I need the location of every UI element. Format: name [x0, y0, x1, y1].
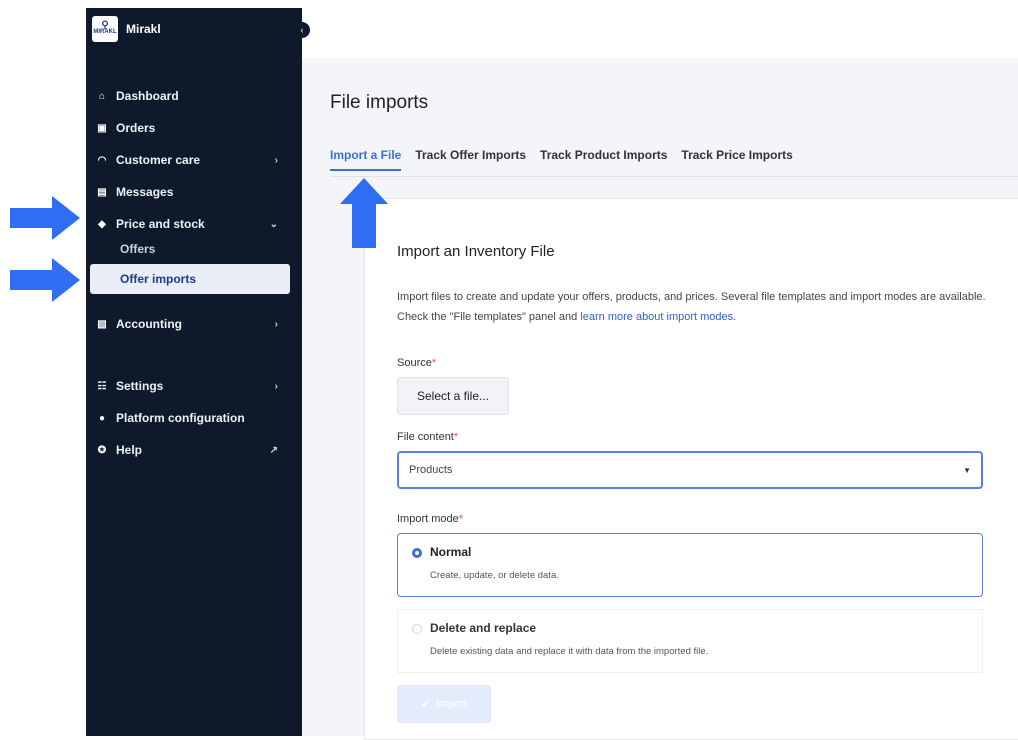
- sidebar-item-customer-care[interactable]: ◠ Customer care ›: [86, 148, 302, 172]
- tab-track-product-imports[interactable]: Track Product Imports: [540, 148, 667, 171]
- chevron-right-icon: ›: [274, 154, 278, 166]
- import-form-card: Import an Inventory File Import files to…: [364, 198, 1018, 740]
- select-file-button[interactable]: Select a file...: [397, 377, 509, 415]
- external-link-icon: ↗: [269, 444, 278, 456]
- import-mode-normal[interactable]: Normal Create, update, or delete data.: [397, 533, 983, 597]
- required-mark: *: [431, 357, 437, 369]
- chevron-right-icon: ›: [274, 380, 278, 392]
- radio-delete-replace[interactable]: [412, 624, 422, 634]
- tabs-divider: [330, 176, 1018, 177]
- import-submit-button[interactable]: ✔ Import: [397, 685, 491, 723]
- sidebar-item-accounting[interactable]: ▧ Accounting ›: [86, 312, 302, 336]
- arrow-right-icon: [10, 258, 80, 302]
- sidebar-item-orders[interactable]: ▣ Orders: [86, 116, 302, 140]
- accounting-icon: ▧: [97, 318, 107, 330]
- radio-delete-replace-label: Delete and replace: [430, 621, 537, 635]
- form-title: Import an Inventory File: [397, 243, 555, 260]
- mirakl-logo: ⚲ MIRAKL: [92, 16, 118, 42]
- import-modes-link[interactable]: learn more about import modes.: [580, 311, 736, 323]
- customer-care-icon: ◠: [97, 154, 107, 166]
- chevron-right-icon: ›: [274, 318, 278, 330]
- page-title: File imports: [330, 92, 429, 113]
- required-mark: *: [453, 431, 459, 443]
- arrow-right-icon: [10, 196, 80, 240]
- sidebar-item-platform-configuration[interactable]: ● Platform configuration: [86, 406, 302, 430]
- tab-import-a-file[interactable]: Import a File: [330, 148, 402, 171]
- brand-name: Mirakl: [126, 22, 161, 36]
- help-icon: ✪: [97, 444, 107, 456]
- sidebar-item-dashboard[interactable]: ⌂ Dashboard: [86, 84, 302, 108]
- radio-delete-replace-desc: Delete existing data and replace it with…: [430, 646, 709, 657]
- file-content-label: File content*: [397, 431, 459, 443]
- import-mode-label: Import mode*: [397, 513, 464, 525]
- main-content: File imports Import a File Track Offer I…: [302, 58, 1018, 740]
- radio-normal-label: Normal: [430, 545, 472, 559]
- info-icon: ●: [98, 412, 106, 424]
- brand[interactable]: ⚲ MIRAKL Mirakl: [92, 16, 161, 42]
- collapse-sidebar-icon[interactable]: ‹: [294, 22, 310, 38]
- tab-bar: Import a File Track Offer Imports Track …: [330, 148, 793, 171]
- top-bar: [302, 8, 1018, 59]
- file-content-value: Products: [409, 464, 453, 476]
- form-description: Import files to create and update your o…: [397, 291, 986, 323]
- caret-down-icon: ▼: [963, 465, 971, 475]
- arrow-up-icon: [340, 178, 388, 248]
- tag-icon: ◆: [98, 218, 106, 230]
- source-label: Source*: [397, 357, 437, 369]
- required-mark: *: [458, 513, 464, 525]
- chevron-down-icon: ⌄: [269, 218, 278, 230]
- tab-track-offer-imports[interactable]: Track Offer Imports: [415, 148, 526, 171]
- sidebar-item-price-and-stock[interactable]: ◆ Price and stock ⌄: [86, 212, 302, 236]
- check-icon: ✔: [420, 698, 431, 711]
- orders-icon: ▣: [97, 122, 107, 134]
- sidebar-subitem-offers[interactable]: Offers: [120, 242, 155, 256]
- messages-icon: ▤: [97, 186, 107, 198]
- radio-normal-desc: Create, update, or delete data.: [430, 570, 559, 581]
- sidebar-item-help[interactable]: ✪ Help ↗: [86, 438, 302, 462]
- sidebar-subitem-offer-imports[interactable]: Offer imports: [90, 264, 290, 294]
- sidebar: ⚲ MIRAKL Mirakl ‹ ⌂ Dashboard ▣ Orders ◠ …: [86, 8, 310, 736]
- tab-track-price-imports[interactable]: Track Price Imports: [681, 148, 792, 171]
- settings-icon: ☷: [97, 380, 107, 392]
- home-icon: ⌂: [98, 90, 106, 102]
- file-content-select[interactable]: Products ▼: [397, 451, 983, 489]
- radio-normal[interactable]: [412, 548, 422, 558]
- sidebar-item-messages[interactable]: ▤ Messages: [86, 180, 302, 204]
- import-mode-delete-replace[interactable]: Delete and replace Delete existing data …: [397, 609, 983, 673]
- sidebar-item-settings[interactable]: ☷ Settings ›: [86, 374, 302, 398]
